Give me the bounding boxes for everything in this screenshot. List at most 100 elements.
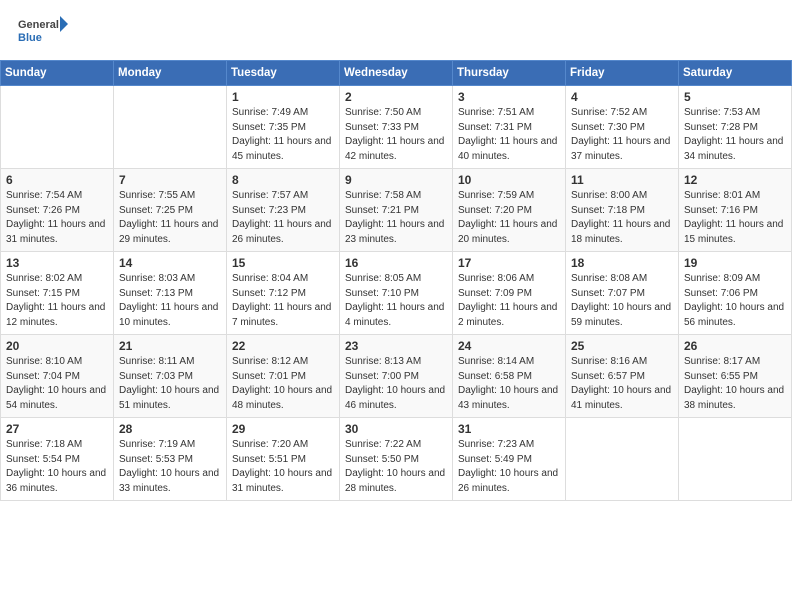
- day-number: 6: [6, 173, 108, 187]
- day-number: 25: [571, 339, 673, 353]
- day-info: Sunrise: 7:57 AM Sunset: 7:23 PM Dayligh…: [232, 189, 334, 247]
- calendar-cell: 15 Sunrise: 8:04 AM Sunset: 7:12 PM Dayli…: [227, 252, 340, 335]
- day-info: Sunrise: 7:55 AM Sunset: 7:25 PM Dayligh…: [119, 189, 221, 247]
- day-info: Sunrise: 8:03 AM Sunset: 7:13 PM Dayligh…: [119, 272, 221, 330]
- calendar-week-row: 20Sunrise: 8:10 AM Sunset: 7:04 PM Dayli…: [1, 335, 792, 418]
- calendar-cell: 24Sunrise: 8:14 AM Sunset: 6:58 PM Dayli…: [453, 335, 566, 418]
- day-number: 10: [458, 173, 560, 187]
- calendar-cell: 19Sunrise: 8:09 AM Sunset: 7:06 PM Dayli…: [679, 252, 792, 335]
- calendar-table: SundayMondayTuesdayWednesdayThursdayFrid…: [0, 60, 792, 501]
- day-of-week-header: Friday: [566, 61, 679, 86]
- day-info: Sunrise: 7:52 AM Sunset: 7:30 PM Dayligh…: [571, 106, 673, 164]
- day-info: Sunrise: 8:11 AM Sunset: 7:03 PM Dayligh…: [119, 355, 221, 413]
- day-number: 19: [684, 256, 786, 270]
- day-info: Sunrise: 8:16 AM Sunset: 6:57 PM Dayligh…: [571, 355, 673, 413]
- calendar-cell: 2 Sunrise: 7:50 AM Sunset: 7:33 PM Daylig…: [340, 86, 453, 169]
- calendar-week-row: 13Sunrise: 8:02 AM Sunset: 7:15 PM Dayli…: [1, 252, 792, 335]
- day-info: Sunrise: 7:50 AM Sunset: 7:33 PM Dayligh…: [345, 106, 447, 164]
- day-info: Sunrise: 7:58 AM Sunset: 7:21 PM Dayligh…: [345, 189, 447, 247]
- day-info: Sunrise: 7:22 AM Sunset: 5:50 PM Dayligh…: [345, 438, 447, 496]
- day-of-week-header: Sunday: [1, 61, 114, 86]
- calendar-cell: 22 Sunrise: 8:12 AM Sunset: 7:01 PM Dayli…: [227, 335, 340, 418]
- day-number: 4: [571, 90, 673, 104]
- calendar-cell: 20Sunrise: 8:10 AM Sunset: 7:04 PM Dayli…: [1, 335, 114, 418]
- day-number: 1: [232, 90, 334, 104]
- day-info: Sunrise: 7:20 AM Sunset: 5:51 PM Dayligh…: [232, 438, 334, 496]
- calendar-cell: 29 Sunrise: 7:20 AM Sunset: 5:51 PM Dayli…: [227, 418, 340, 501]
- calendar-cell: [114, 86, 227, 169]
- day-number: 12: [684, 173, 786, 187]
- day-number: 14: [119, 256, 221, 270]
- day-number: 22: [232, 339, 334, 353]
- calendar-cell: 8Sunrise: 7:57 AM Sunset: 7:23 PM Daylig…: [227, 169, 340, 252]
- calendar-cell: [679, 418, 792, 501]
- day-number: 9: [345, 173, 447, 187]
- calendar-week-row: 6 Sunrise: 7:54 AM Sunset: 7:26 PM Daylig…: [1, 169, 792, 252]
- day-info: Sunrise: 8:14 AM Sunset: 6:58 PM Dayligh…: [458, 355, 560, 413]
- calendar-cell: 18 Sunrise: 8:08 AM Sunset: 7:07 PM Dayli…: [566, 252, 679, 335]
- day-number: 18: [571, 256, 673, 270]
- day-of-week-header: Monday: [114, 61, 227, 86]
- calendar-cell: 28Sunrise: 7:19 AM Sunset: 5:53 PM Dayli…: [114, 418, 227, 501]
- day-of-week-header: Wednesday: [340, 61, 453, 86]
- logo-svg: General Blue: [18, 14, 68, 50]
- day-info: Sunrise: 8:08 AM Sunset: 7:07 PM Dayligh…: [571, 272, 673, 330]
- day-of-week-header: Tuesday: [227, 61, 340, 86]
- day-info: Sunrise: 8:00 AM Sunset: 7:18 PM Dayligh…: [571, 189, 673, 247]
- day-number: 7: [119, 173, 221, 187]
- calendar-week-row: 1 Sunrise: 7:49 AM Sunset: 7:35 PM Daylig…: [1, 86, 792, 169]
- svg-text:General: General: [18, 19, 59, 31]
- calendar-cell: 3 Sunrise: 7:51 AM Sunset: 7:31 PM Daylig…: [453, 86, 566, 169]
- calendar-cell: 31 Sunrise: 7:23 AM Sunset: 5:49 PM Dayli…: [453, 418, 566, 501]
- calendar-cell: 5 Sunrise: 7:53 AM Sunset: 7:28 PM Daylig…: [679, 86, 792, 169]
- day-number: 13: [6, 256, 108, 270]
- day-info: Sunrise: 8:04 AM Sunset: 7:12 PM Dayligh…: [232, 272, 334, 330]
- day-info: Sunrise: 7:51 AM Sunset: 7:31 PM Dayligh…: [458, 106, 560, 164]
- calendar-cell: 23Sunrise: 8:13 AM Sunset: 7:00 PM Dayli…: [340, 335, 453, 418]
- day-of-week-header: Saturday: [679, 61, 792, 86]
- page-header: General Blue: [0, 0, 792, 56]
- calendar-cell: 26Sunrise: 8:17 AM Sunset: 6:55 PM Dayli…: [679, 335, 792, 418]
- day-number: 16: [345, 256, 447, 270]
- day-number: 11: [571, 173, 673, 187]
- calendar-cell: 30Sunrise: 7:22 AM Sunset: 5:50 PM Dayli…: [340, 418, 453, 501]
- calendar-cell: 7 Sunrise: 7:55 AM Sunset: 7:25 PM Daylig…: [114, 169, 227, 252]
- day-info: Sunrise: 7:59 AM Sunset: 7:20 PM Dayligh…: [458, 189, 560, 247]
- day-number: 5: [684, 90, 786, 104]
- day-info: Sunrise: 8:05 AM Sunset: 7:10 PM Dayligh…: [345, 272, 447, 330]
- day-info: Sunrise: 7:53 AM Sunset: 7:28 PM Dayligh…: [684, 106, 786, 164]
- calendar-cell: [566, 418, 679, 501]
- calendar-cell: 11 Sunrise: 8:00 AM Sunset: 7:18 PM Dayli…: [566, 169, 679, 252]
- day-info: Sunrise: 8:13 AM Sunset: 7:00 PM Dayligh…: [345, 355, 447, 413]
- day-info: Sunrise: 8:10 AM Sunset: 7:04 PM Dayligh…: [6, 355, 108, 413]
- day-number: 31: [458, 422, 560, 436]
- calendar-cell: 6 Sunrise: 7:54 AM Sunset: 7:26 PM Daylig…: [1, 169, 114, 252]
- calendar-cell: 25 Sunrise: 8:16 AM Sunset: 6:57 PM Dayli…: [566, 335, 679, 418]
- calendar-cell: 14 Sunrise: 8:03 AM Sunset: 7:13 PM Dayli…: [114, 252, 227, 335]
- calendar-header-row: SundayMondayTuesdayWednesdayThursdayFrid…: [1, 61, 792, 86]
- day-info: Sunrise: 7:54 AM Sunset: 7:26 PM Dayligh…: [6, 189, 108, 247]
- day-number: 15: [232, 256, 334, 270]
- calendar-cell: 17 Sunrise: 8:06 AM Sunset: 7:09 PM Dayli…: [453, 252, 566, 335]
- day-info: Sunrise: 8:12 AM Sunset: 7:01 PM Dayligh…: [232, 355, 334, 413]
- day-of-week-header: Thursday: [453, 61, 566, 86]
- day-info: Sunrise: 8:06 AM Sunset: 7:09 PM Dayligh…: [458, 272, 560, 330]
- day-number: 27: [6, 422, 108, 436]
- calendar-cell: 10 Sunrise: 7:59 AM Sunset: 7:20 PM Dayli…: [453, 169, 566, 252]
- day-number: 29: [232, 422, 334, 436]
- day-info: Sunrise: 7:49 AM Sunset: 7:35 PM Dayligh…: [232, 106, 334, 164]
- day-number: 3: [458, 90, 560, 104]
- day-number: 21: [119, 339, 221, 353]
- logo: General Blue: [18, 14, 68, 50]
- calendar-cell: 13Sunrise: 8:02 AM Sunset: 7:15 PM Dayli…: [1, 252, 114, 335]
- calendar-cell: [1, 86, 114, 169]
- calendar-cell: 12Sunrise: 8:01 AM Sunset: 7:16 PM Dayli…: [679, 169, 792, 252]
- day-info: Sunrise: 7:23 AM Sunset: 5:49 PM Dayligh…: [458, 438, 560, 496]
- day-number: 2: [345, 90, 447, 104]
- calendar-cell: 1 Sunrise: 7:49 AM Sunset: 7:35 PM Daylig…: [227, 86, 340, 169]
- day-number: 17: [458, 256, 560, 270]
- day-info: Sunrise: 8:17 AM Sunset: 6:55 PM Dayligh…: [684, 355, 786, 413]
- day-number: 28: [119, 422, 221, 436]
- calendar-cell: 4 Sunrise: 7:52 AM Sunset: 7:30 PM Daylig…: [566, 86, 679, 169]
- calendar-cell: 9 Sunrise: 7:58 AM Sunset: 7:21 PM Daylig…: [340, 169, 453, 252]
